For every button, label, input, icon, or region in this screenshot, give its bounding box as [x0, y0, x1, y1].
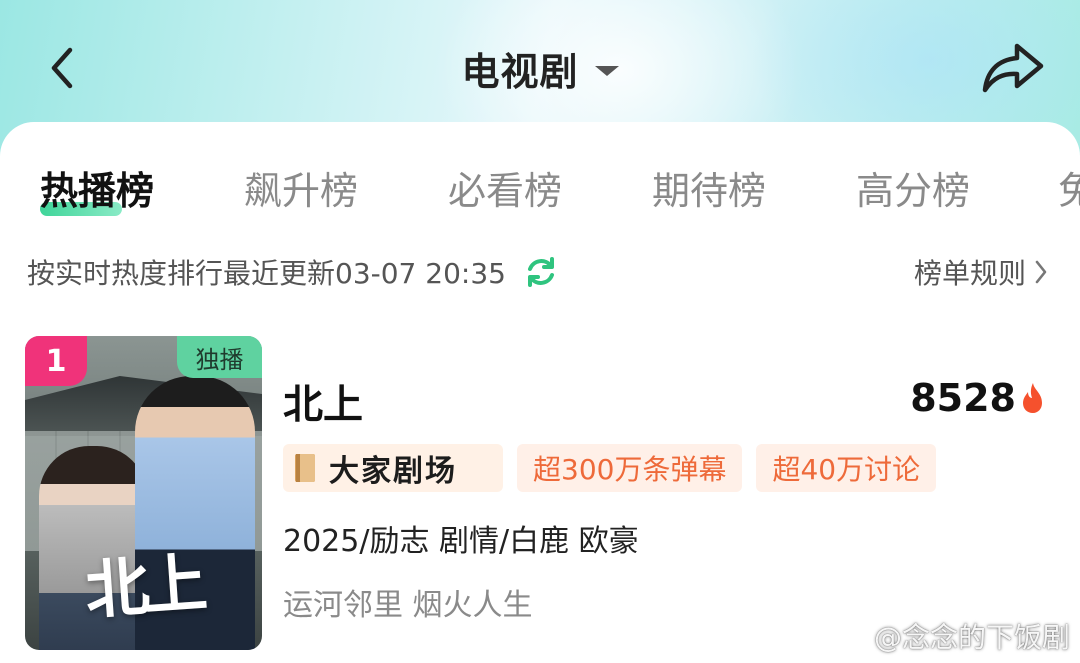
- exclusive-badge: 独播: [177, 336, 262, 378]
- brand-tag-label: 大家剧场: [329, 454, 457, 489]
- discussion-tag[interactable]: 超40万讨论: [756, 444, 937, 492]
- update-info: 按实时热度排行最近更新03-07 20:35: [27, 252, 558, 292]
- watermark-text: @念念的下饭剧: [873, 621, 1070, 654]
- tab-rising[interactable]: 飙升榜: [244, 160, 358, 215]
- tab-high-score[interactable]: 高分榜: [856, 160, 970, 215]
- update-text: 按实时热度排行最近更新03-07 20:35: [27, 257, 506, 290]
- watermark: @念念的下饭剧: [834, 616, 1070, 656]
- share-button[interactable]: [978, 38, 1048, 96]
- poster-title-text: 北上: [82, 546, 204, 629]
- category-selector[interactable]: 电视剧: [0, 40, 1080, 96]
- flame-icon: [1023, 383, 1042, 413]
- chevron-right-icon: [1035, 260, 1047, 284]
- book-icon: [295, 454, 315, 482]
- share-arrow-icon: [982, 43, 1044, 93]
- show-title[interactable]: 北上: [283, 372, 363, 430]
- heat-value: 8528: [910, 376, 1016, 420]
- show-meta: 2025/励志 剧情/白鹿 欧豪: [283, 524, 639, 559]
- rules-link[interactable]: 榜单规则: [914, 252, 1048, 292]
- brand-tag[interactable]: 大家剧场: [283, 444, 503, 492]
- weibo-icon: [834, 624, 867, 650]
- rank-badge: 1: [25, 336, 87, 386]
- tab-free[interactable]: 免: [1058, 160, 1080, 215]
- tab-hot[interactable]: 热播榜: [40, 160, 154, 215]
- page-title: 电视剧: [461, 49, 579, 94]
- refresh-icon[interactable]: [524, 255, 558, 289]
- tab-anticipated[interactable]: 期待榜: [652, 160, 766, 215]
- tag-row: 大家剧场 超300万条弹幕 超40万讨论: [283, 444, 937, 492]
- tab-must-watch[interactable]: 必看榜: [448, 160, 562, 215]
- show-slogan: 运河邻里 烟火人生: [283, 588, 533, 623]
- top-bar: 电视剧: [0, 0, 1080, 130]
- rules-link-label: 榜单规则: [913, 257, 1026, 290]
- heat-score: 8528: [910, 376, 1046, 420]
- danmaku-tag[interactable]: 超300万条弹幕: [517, 444, 743, 492]
- ranking-tabs: 热播榜 飙升榜 必看榜 期待榜 高分榜 免: [0, 160, 1080, 220]
- caret-down-icon: [594, 66, 619, 76]
